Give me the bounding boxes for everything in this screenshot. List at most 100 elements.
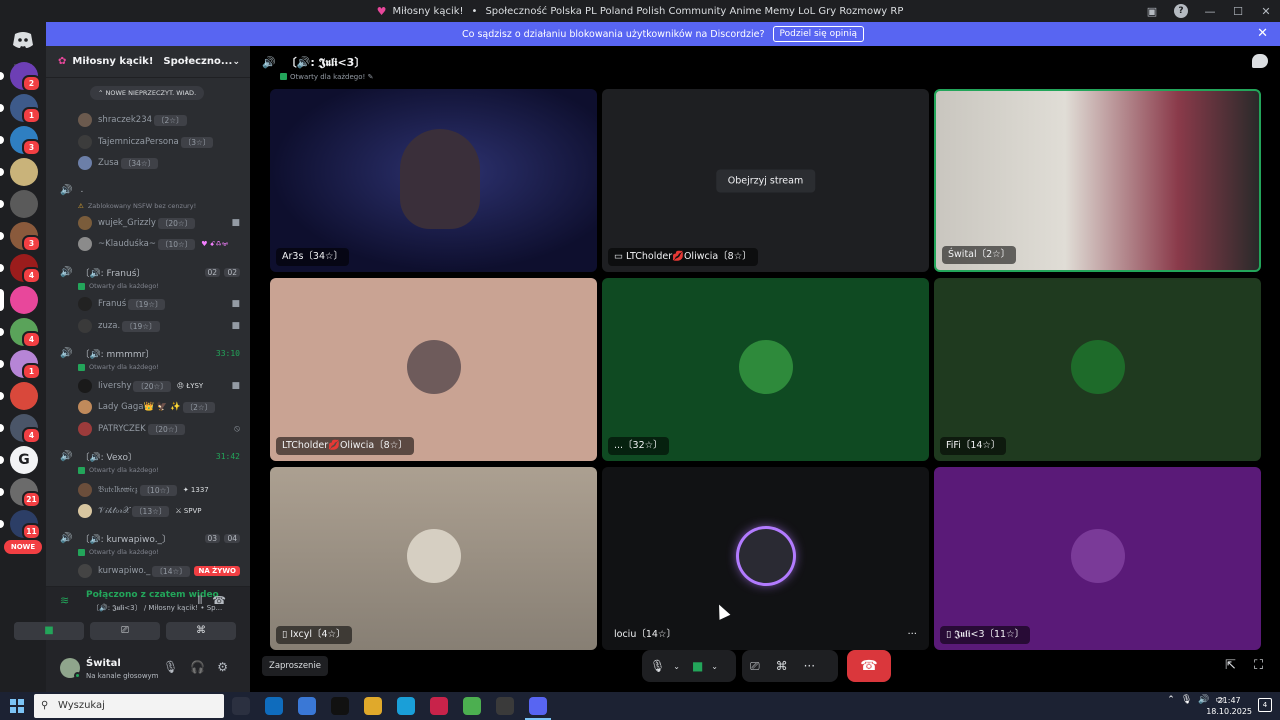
share-opinion-button[interactable]: Podziel się opinią (772, 26, 865, 42)
server-icon[interactable]: 4 (0, 254, 41, 284)
store-icon[interactable] (298, 697, 316, 715)
server-icon[interactable] (0, 190, 38, 218)
inbox-icon[interactable]: ▣ (1138, 5, 1166, 18)
server-icon[interactable]: 2 (0, 62, 41, 92)
stream-tile[interactable]: Obejrzyj stream ▭ LTCholder💋Oliwcia〔8☆〕 (602, 89, 929, 272)
server-icon[interactable]: 3 (0, 222, 41, 252)
popout-icon[interactable]: ⇱ (1225, 658, 1236, 673)
gamepad-icon[interactable]: ⌘ (776, 659, 788, 673)
microphone-icon[interactable]: 🎙 (163, 660, 190, 674)
voice-user[interactable]: Iivershy 〔20☆〕 😠 ŁYSY ■ (46, 376, 250, 396)
avatar-tile[interactable]: ▯ Ixcyl〔4☆〕 (270, 467, 597, 650)
server-icon-active[interactable] (0, 286, 38, 314)
discord-taskbar-icon[interactable] (525, 697, 551, 720)
more-options-icon[interactable]: ··· (804, 659, 815, 673)
activities-button[interactable]: ⌘ (166, 622, 236, 640)
server-icon[interactable]: 11 (0, 510, 41, 540)
guild-header[interactable]: ✿ Miłosny kącik! Społeczno... ⌄ (46, 46, 250, 78)
user-level: 〔13☆〕 (132, 505, 170, 517)
server-icon[interactable]: 4 (0, 414, 41, 444)
avatar-speaking (738, 528, 793, 583)
maximize-button[interactable]: ☐ (1224, 5, 1252, 18)
file-explorer-icon[interactable] (364, 697, 382, 715)
server-icon[interactable]: 3 (0, 126, 41, 156)
chrome-icon[interactable] (463, 697, 481, 715)
disconnect-icon[interactable]: ☎ (212, 594, 236, 607)
microphone-icon[interactable]: 🎙 (650, 659, 665, 673)
avatar-tile[interactable]: ▯ 𝕵𝖚𝖑𝖎<3〔11☆〕 (934, 467, 1261, 650)
opera-icon[interactable] (430, 697, 448, 715)
clock[interactable]: 21:47 18.10.2025 (1206, 695, 1252, 717)
app-icon[interactable] (496, 697, 514, 715)
voice-user[interactable]: ~Klauduśka~ 〔10☆〕 ♥ ꗃꗇꗁ (46, 234, 250, 254)
server-icon[interactable] (0, 158, 38, 186)
avatar (78, 564, 92, 578)
tiktok-icon[interactable] (331, 697, 349, 715)
voice-channel-dot[interactable]: 🔊. (46, 180, 250, 200)
task-view-icon[interactable] (232, 697, 250, 715)
mention-badge: 4 (22, 267, 41, 284)
video-tile[interactable]: Ar3s〔34☆〕 (270, 89, 597, 272)
server-icon[interactable] (0, 382, 38, 410)
voice-channel-kurwapiwo[interactable]: 🔊 〔🔊: kurwapiwo._〕 03 04 (46, 528, 250, 548)
edge-icon[interactable] (397, 697, 415, 715)
avatar (1070, 528, 1125, 583)
voice-user[interactable]: PATRYCZEK 〔20☆〕 ⦸ (46, 419, 250, 439)
user-name: wujek_Grizzly (98, 218, 156, 228)
camera-toggle-button[interactable]: ■ (14, 622, 84, 640)
edit-pencil-icon[interactable]: ✎ (368, 73, 374, 81)
notification-center-icon[interactable]: 4 (1258, 698, 1272, 712)
voice-user[interactable]: 𝒱𝒾𝓀𝓉ℴ𝓇𝒳 〔13☆〕 ⚔ SPVP (46, 501, 250, 521)
screen-share-button[interactable]: ⎚ (90, 622, 160, 640)
windows-start-icon[interactable] (10, 699, 24, 713)
voice-channel-vexo[interactable]: 🔊 〔🔊: Vexo〕 31:42 (46, 446, 250, 466)
voice-user[interactable]: Franuś 〔19☆〕 ■ (46, 294, 250, 314)
settings-gear-icon[interactable]: ⚙ (217, 660, 240, 674)
avatar-tile[interactable]: LTCholder💋Oliwcia〔8☆〕 (270, 278, 597, 461)
voice-user[interactable]: shraczek234 〔2☆〕 (46, 110, 250, 130)
screen-share-icon[interactable]: ⎚ (750, 659, 760, 674)
voice-user[interactable]: TajemniczaPersona 〔3☆〕 (46, 132, 250, 152)
signal-icon[interactable]: ≋ (60, 594, 69, 607)
headphones-icon[interactable]: 🎧 (190, 660, 217, 674)
voice-user[interactable]: 𝔅𝔲𝔱𝔢𝔩𝔨𝔬𝔴𝔦𝔠𝔷 〔10☆〕 ✦ 1337 (46, 480, 250, 500)
watch-stream-button[interactable]: Obejrzyj stream (715, 169, 816, 192)
avatar-tile[interactable]: ...〔32☆〕 (602, 278, 929, 461)
voice-user[interactable]: Zusa 〔34☆〕 (46, 153, 250, 173)
voice-channel-mmmmr[interactable]: 🔊 〔🔊: mmmmr〕 33:10 (46, 343, 250, 363)
server-icon[interactable]: 1 (0, 350, 41, 380)
minimize-button[interactable]: — (1196, 5, 1224, 18)
chevron-down-icon[interactable]: ⌄ (673, 662, 680, 671)
video-camera-icon[interactable]: ■ (692, 659, 703, 673)
outlook-icon[interactable] (265, 697, 283, 715)
taskbar-search[interactable]: ⚲ Wyszukaj (34, 694, 224, 718)
chat-bubble-icon[interactable] (1252, 54, 1268, 68)
invite-button[interactable]: Zaproszenie (262, 656, 329, 676)
discord-home-icon[interactable] (11, 28, 35, 52)
voice-user[interactable]: wujek_Grizzly 〔20☆〕 ■ (46, 213, 250, 233)
server-icon[interactable]: 21 (0, 478, 41, 508)
chevron-down-icon[interactable]: ⌄ (711, 662, 718, 671)
server-icon[interactable]: 1 (0, 94, 41, 124)
chevron-up-icon[interactable]: ⌃ (1167, 695, 1181, 705)
server-icon[interactable]: 4 (0, 318, 41, 348)
avatar-tile[interactable]: FiFi〔14☆〕 (934, 278, 1261, 461)
avatar-tile[interactable]: lociu〔14☆〕 ··· (602, 467, 929, 650)
video-tile-speaking[interactable]: Śwital〔2☆〕 (934, 89, 1261, 272)
close-notice-icon[interactable]: ✕ (1257, 26, 1268, 41)
server-icon[interactable]: G (0, 446, 38, 474)
voice-channel-franus[interactable]: 🔊 〔🔊: Franuś〕 02 02 (46, 262, 250, 282)
close-button[interactable]: ✕ (1252, 5, 1280, 18)
noise-suppression-icon[interactable]: ⦀ (197, 594, 212, 607)
help-icon[interactable]: ? (1174, 4, 1188, 18)
more-options-icon[interactable]: ··· (907, 629, 917, 640)
voice-user[interactable]: zuza. 〔19☆〕 ■ (46, 316, 250, 336)
new-servers-pill[interactable]: NOWE (4, 540, 42, 554)
disconnect-button[interactable]: ☎ (847, 650, 891, 682)
voice-user[interactable]: kurwapiwo._ 〔14☆〕 NA ŻYWO (46, 561, 250, 581)
fullscreen-icon[interactable]: ⛶ (1254, 658, 1263, 673)
voice-user[interactable]: Lady Gaga👑 🦅 ✨ 〔2☆〕 (46, 397, 250, 417)
microphone-icon[interactable]: 🎙 (1181, 695, 1198, 705)
user-name[interactable]: Śwital (86, 658, 121, 669)
unread-messages-pill[interactable]: ⌃ NOWE NIEPRZECZYT. WIAD. (90, 86, 205, 100)
